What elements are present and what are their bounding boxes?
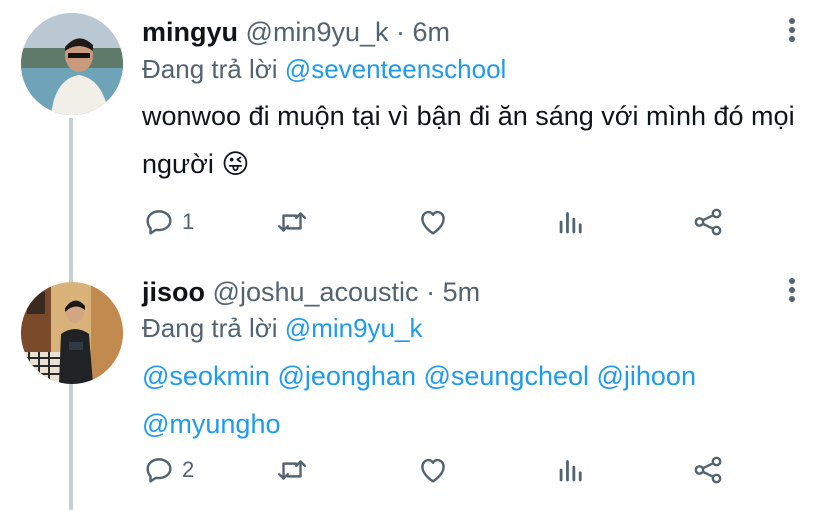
avatar[interactable] (21, 13, 123, 115)
tweet-text: wonwoo đi muộn tại vì bận đi ăn sáng với… (142, 101, 795, 179)
analytics-icon (559, 212, 582, 234)
like-icon (421, 210, 445, 235)
reply-icon (146, 458, 172, 483)
separator-dot: · (396, 17, 406, 47)
retweet-button[interactable] (275, 202, 309, 242)
timestamp[interactable]: 5m (443, 277, 481, 307)
replying-to-mention[interactable]: @min9yu_k (285, 313, 423, 343)
reply-icon (146, 210, 172, 235)
analytics-button[interactable] (554, 202, 588, 242)
user-handle[interactable]: @joshu_acoustic (213, 277, 419, 307)
analytics-button[interactable] (554, 450, 588, 490)
user-handle[interactable]: @min9yu_k (246, 17, 389, 47)
tweet-mingyu[interactable]: mingyu @min9yu_k · 6m Đang trả lời @seve… (0, 0, 828, 258)
tweet-header: mingyu @min9yu_k · 6m (142, 15, 450, 49)
timestamp[interactable]: 6m (413, 17, 451, 47)
share-icon (694, 456, 722, 484)
separator-dot: · (426, 277, 436, 307)
tweet-header: jisoo @joshu_acoustic · 5m (142, 275, 480, 309)
replying-prefix: Đang trả lời (142, 54, 278, 84)
more-vertical-icon[interactable] (786, 275, 798, 311)
more-vertical-icon[interactable] (786, 15, 798, 51)
reply-button[interactable]: 1 (142, 202, 194, 242)
avatar-photo-icon (21, 13, 123, 115)
retweet-icon (278, 460, 306, 480)
like-icon (421, 458, 445, 483)
like-button[interactable] (416, 450, 450, 490)
avatar-photo-icon (21, 282, 123, 384)
display-name[interactable]: jisoo (142, 277, 205, 307)
analytics-icon (559, 460, 582, 482)
like-button[interactable] (416, 202, 450, 242)
reply-count: 1 (182, 209, 195, 234)
replying-prefix: Đang trả lời (142, 313, 278, 343)
tweet-jisoo[interactable]: jisoo @joshu_acoustic · 5m Đang trả lời … (0, 262, 828, 510)
tweet-actions: 2 (142, 450, 742, 490)
display-name[interactable]: mingyu (142, 17, 238, 47)
reply-button[interactable]: 2 (142, 450, 194, 490)
retweet-icon (278, 212, 306, 232)
tweet-text-mentions[interactable]: @seokmin @jeonghan @seungcheol @jihoon @… (142, 352, 802, 448)
share-icon (694, 208, 722, 236)
replying-to: Đang trả lời @min9yu_k (142, 311, 422, 345)
tweet-actions: 1 (142, 202, 742, 242)
retweet-button[interactable] (275, 450, 309, 490)
replying-to: Đang trả lời @seventeenschool (142, 52, 506, 86)
share-button[interactable] (691, 450, 725, 490)
share-button[interactable] (691, 202, 725, 242)
reply-count: 2 (182, 457, 195, 482)
replying-to-mention[interactable]: @seventeenschool (285, 54, 507, 84)
avatar[interactable] (21, 282, 123, 384)
